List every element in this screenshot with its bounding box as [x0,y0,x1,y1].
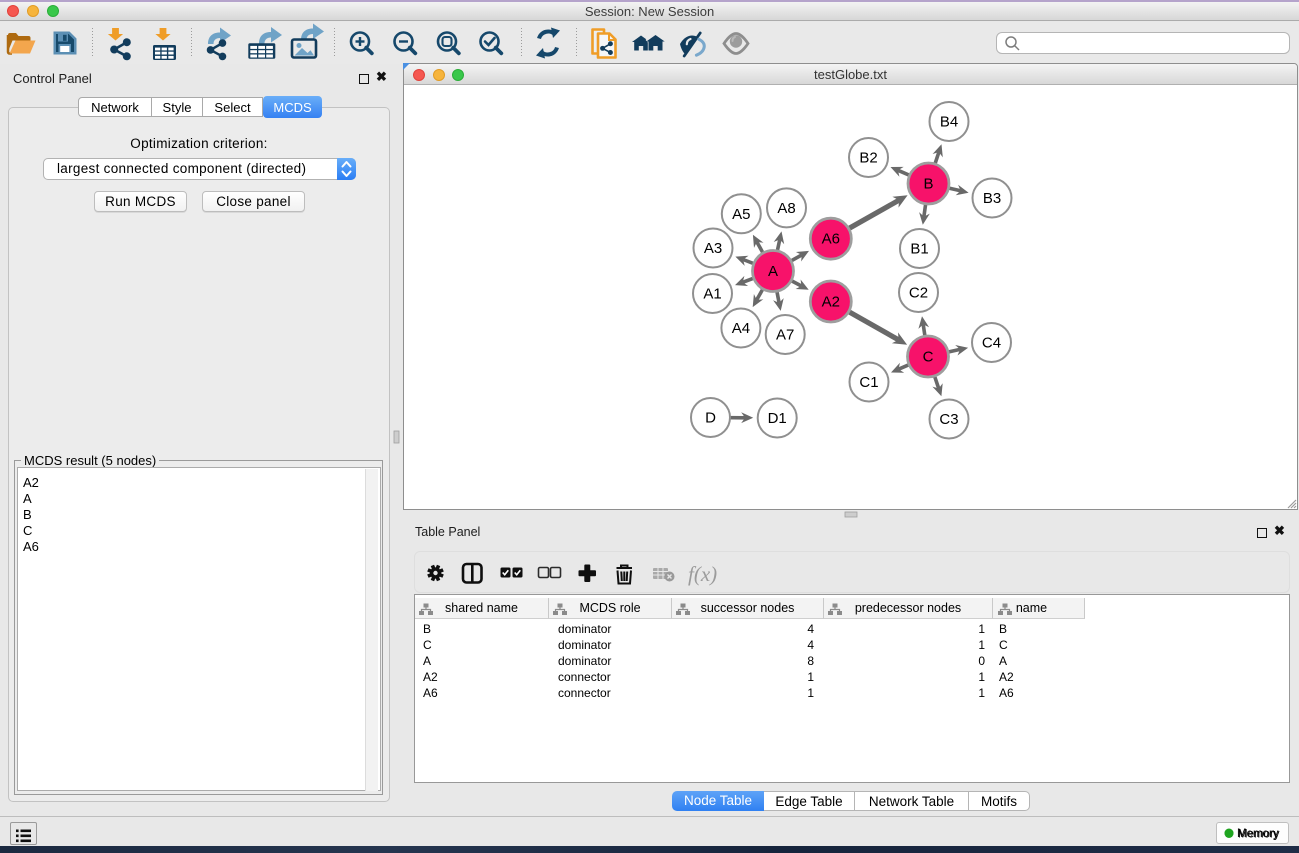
svg-text:C3: C3 [939,411,958,428]
svg-text:D1: D1 [768,410,787,427]
svg-text:C: C [923,349,934,366]
svg-text:A8: A8 [777,200,795,217]
svg-text:A7: A7 [776,327,794,344]
svg-text:B4: B4 [940,114,958,131]
svg-text:D: D [705,410,716,427]
svg-text:A5: A5 [732,206,750,223]
svg-text:A1: A1 [703,286,721,303]
svg-text:A2: A2 [822,294,840,311]
svg-text:A: A [768,263,778,280]
svg-text:C2: C2 [909,285,928,302]
svg-text:A4: A4 [732,320,750,337]
svg-text:Memory: Memory [1238,829,1280,841]
svg-text:B3: B3 [983,190,1001,207]
svg-text:B: B [923,176,933,193]
svg-text:B2: B2 [859,150,877,167]
svg-text:A3: A3 [704,240,722,257]
svg-text:B1: B1 [910,241,928,258]
svg-text:A6: A6 [822,231,840,248]
svg-text:C1: C1 [859,374,878,391]
svg-text:C4: C4 [982,335,1001,352]
